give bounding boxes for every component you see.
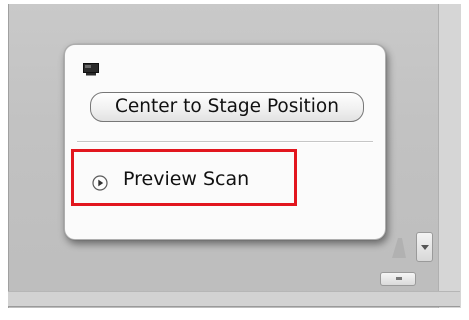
preview-scan-label: Preview Scan: [123, 168, 250, 190]
faint-tool-icon: [388, 234, 410, 260]
center-to-stage-position-button[interactable]: Center to Stage Position: [90, 92, 364, 122]
menu-separator: [77, 141, 373, 143]
chevron-down-icon: [421, 245, 429, 250]
bottom-toolbar: [8, 291, 460, 307]
popup-menu: Center to Stage Position Preview Scan: [64, 44, 386, 240]
screen-icon: [83, 61, 99, 76]
minus-icon: [396, 277, 402, 280]
small-toolbar-button[interactable]: [380, 272, 416, 286]
scroll-down-button[interactable]: [416, 232, 433, 262]
preview-scan-menu-item[interactable]: Preview Scan: [71, 149, 297, 206]
right-side-panel: [438, 4, 461, 308]
play-circle-icon: [92, 175, 108, 191]
